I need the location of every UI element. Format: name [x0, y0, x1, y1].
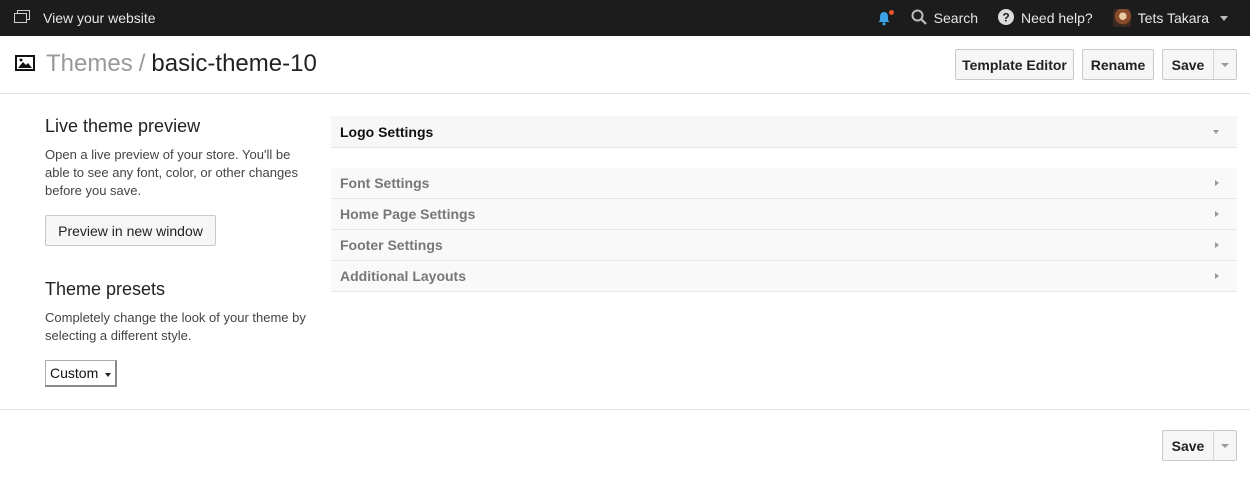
- save-split-button: Save: [1162, 49, 1237, 80]
- notifications-button[interactable]: [877, 9, 894, 26]
- search-label: Search: [933, 10, 979, 26]
- search-icon: [911, 9, 927, 28]
- caret-right-icon: [1215, 273, 1219, 279]
- breadcrumb-themes[interactable]: Themes: [46, 50, 133, 77]
- section-label: Logo Settings: [340, 123, 434, 140]
- save-button[interactable]: Save: [1163, 50, 1213, 79]
- footer-divider: [0, 409, 1250, 410]
- section-label: Font Settings: [340, 175, 430, 191]
- breadcrumb-separator: /: [138, 50, 146, 77]
- section-home-page-settings[interactable]: Home Page Settings: [331, 199, 1237, 230]
- live-preview-title: Live theme preview: [45, 116, 201, 136]
- template-editor-button[interactable]: Template Editor: [955, 49, 1074, 80]
- section-label: Additional Layouts: [340, 268, 466, 284]
- chevron-down-icon: [1221, 62, 1229, 67]
- help-label: Need help?: [1021, 10, 1093, 26]
- rename-button[interactable]: Rename: [1082, 49, 1154, 80]
- view-website-link[interactable]: View your website: [14, 0, 156, 36]
- footer-save-split-button: Save: [1162, 430, 1237, 461]
- footer-save-button[interactable]: Save: [1163, 431, 1213, 460]
- theme-preset-select[interactable]: Custom: [45, 360, 117, 387]
- section-label: Home Page Settings: [340, 206, 476, 222]
- breadcrumb-current: basic-theme-10: [151, 50, 317, 77]
- theme-presets-description: Completely change the look of your theme…: [45, 310, 306, 343]
- page-header: Themes / basic-theme-10 Template Editor Re…: [0, 36, 1250, 94]
- bell-icon: [877, 9, 894, 26]
- chevron-down-icon: [1221, 443, 1229, 448]
- page-title: Themes / basic-theme-10: [15, 50, 317, 78]
- caret-right-icon: [1215, 180, 1219, 186]
- live-preview-description: Open a live preview of your store. You'l…: [45, 147, 298, 198]
- theme-presets-title: Theme presets: [45, 279, 166, 299]
- section-logo-settings[interactable]: Logo Settings: [331, 116, 1237, 148]
- avatar: [1112, 9, 1131, 27]
- user-menu[interactable]: Tets Takara: [1112, 9, 1228, 27]
- caret-down-icon: [1213, 129, 1219, 134]
- section-label: Footer Settings: [340, 237, 443, 253]
- chevron-down-icon: [105, 373, 111, 377]
- save-options-dropdown[interactable]: [1213, 50, 1236, 79]
- theme-preset-value: Custom: [50, 365, 99, 381]
- section-additional-layouts[interactable]: Additional Layouts: [331, 261, 1237, 292]
- preview-new-window-button[interactable]: Preview in new window: [45, 215, 216, 246]
- svg-text:?: ?: [1002, 10, 1009, 24]
- view-website-label: View your website: [43, 10, 156, 26]
- user-name: Tets Takara: [1137, 10, 1209, 26]
- left-column: Live theme preview Open a live preview o…: [45, 116, 315, 387]
- image-icon: [15, 50, 35, 78]
- top-bar: View your website Search ? Need help? Te…: [0, 0, 1250, 36]
- settings-accordion: Logo Settings Font Settings Home Page Se…: [331, 116, 1237, 292]
- help-button[interactable]: ? Need help?: [998, 8, 1093, 28]
- footer-save-options-dropdown[interactable]: [1213, 431, 1236, 460]
- chevron-down-icon: [1220, 15, 1228, 21]
- search-button[interactable]: Search: [911, 9, 978, 28]
- section-footer-settings[interactable]: Footer Settings: [331, 230, 1237, 261]
- notification-dot: [888, 9, 894, 15]
- help-icon: ?: [998, 8, 1015, 28]
- window-icon: [14, 10, 30, 26]
- caret-right-icon: [1215, 242, 1219, 248]
- section-font-settings[interactable]: Font Settings: [331, 168, 1237, 199]
- caret-right-icon: [1215, 211, 1219, 217]
